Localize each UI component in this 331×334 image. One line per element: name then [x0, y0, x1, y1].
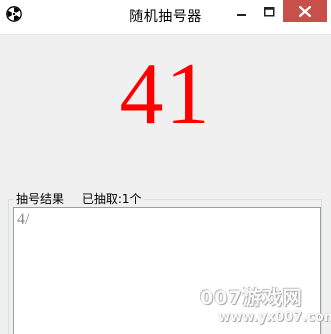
app-window: 随机抽号器 41 抽号结果 已抽取:1个 4/ 007游戏网 www.yx007…: [0, 0, 331, 334]
drawn-count-label: 已抽取:1个: [81, 192, 142, 206]
minimize-icon: [237, 2, 247, 21]
watermark-url-text: www.yx007.com: [218, 310, 331, 325]
results-group-label: 抽号结果: [16, 192, 65, 206]
title-bar[interactable]: 随机抽号器: [0, 0, 331, 35]
minimize-button[interactable]: [229, 0, 255, 22]
maximize-button[interactable]: [256, 0, 282, 22]
close-button[interactable]: [283, 0, 327, 22]
close-icon: [298, 2, 312, 21]
maximize-icon: [263, 2, 275, 21]
watermark-main-text: 007游戏网: [200, 287, 303, 309]
drawn-number-display: 41: [119, 46, 212, 143]
watermark-logo: 007游戏网 www.yx007.com: [200, 283, 331, 331]
results-group-legend: 抽号结果 已抽取:1个: [14, 191, 144, 207]
results-text: 4/: [17, 211, 30, 228]
